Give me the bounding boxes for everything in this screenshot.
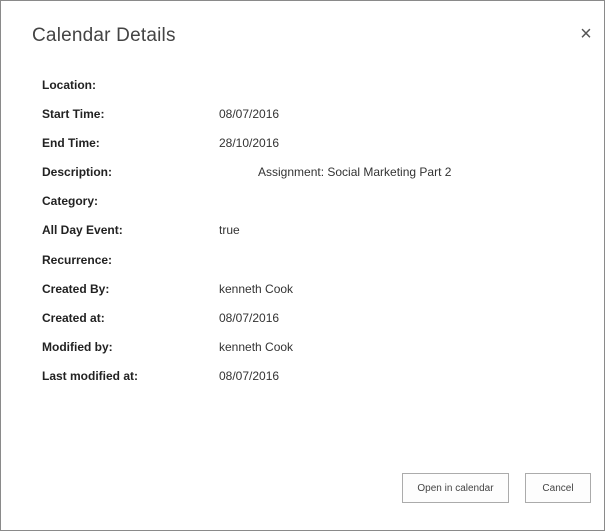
field-label: Description:	[42, 165, 113, 180]
field-location: Location:	[42, 77, 582, 106]
field-recurrence: Recurrence:	[42, 252, 582, 281]
field-category: Category:	[42, 193, 582, 222]
field-label: Modified by:	[42, 339, 113, 354]
field-end-time: End Time: 28/10/2016	[42, 135, 582, 164]
field-value: kenneth Cook	[219, 339, 294, 354]
field-label: Created By:	[42, 281, 110, 296]
field-all-day-event: All Day Event: true	[42, 222, 582, 251]
calendar-details-dialog: Calendar Details × Location: Start Time:…	[0, 0, 605, 531]
field-modified-by: Modified by: kenneth Cook	[42, 339, 582, 368]
dialog-title: Calendar Details	[32, 25, 176, 46]
field-label: Category:	[42, 194, 99, 209]
field-created-by: Created By: kenneth Cook	[42, 281, 582, 310]
field-label: Created at:	[42, 310, 105, 325]
field-label: Start Time:	[42, 107, 105, 122]
field-value: 08/07/2016	[219, 107, 280, 122]
field-label: End Time:	[42, 136, 100, 151]
field-value: 28/10/2016	[219, 136, 280, 151]
field-value: 08/07/2016	[219, 310, 280, 325]
field-created-at: Created at: 08/07/2016	[42, 310, 582, 339]
details-list: Location: Start Time: 08/07/2016 End Tim…	[42, 77, 582, 397]
field-last-modified-at: Last modified at: 08/07/2016	[42, 368, 582, 397]
open-in-calendar-button[interactable]: Open in calendar	[402, 473, 509, 503]
field-value: Assignment: Social Marketing Part 2	[258, 165, 452, 180]
cancel-button[interactable]: Cancel	[525, 473, 591, 503]
field-label: Recurrence:	[42, 252, 113, 267]
field-label: All Day Event:	[42, 223, 123, 238]
field-value: kenneth Cook	[219, 281, 294, 296]
field-value: true	[219, 223, 240, 238]
field-label: Last modified at:	[42, 368, 139, 383]
close-icon[interactable]: ×	[576, 23, 596, 45]
field-value: 08/07/2016	[219, 368, 280, 383]
field-label: Location:	[42, 78, 96, 92]
field-description: Description: Assignment: Social Marketin…	[42, 164, 582, 193]
field-start-time: Start Time: 08/07/2016	[42, 106, 582, 135]
